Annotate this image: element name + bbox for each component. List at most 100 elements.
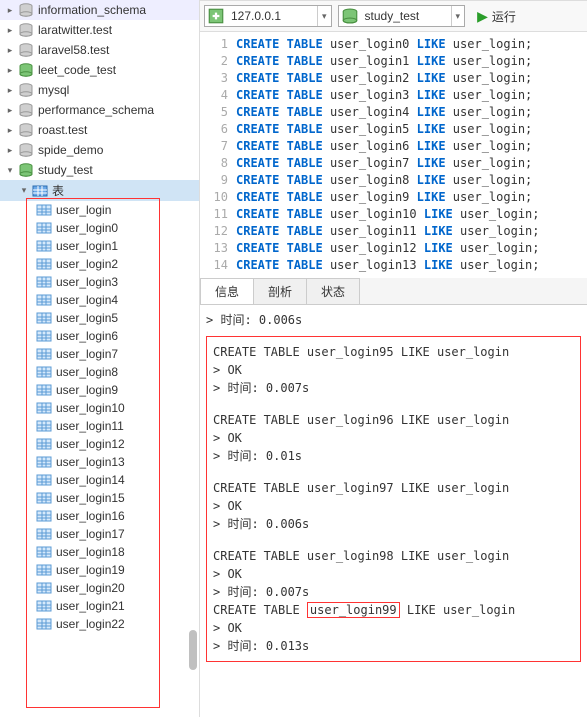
table-icon [36, 454, 52, 470]
table-item[interactable]: user_login10 [0, 399, 199, 417]
table-item[interactable]: user_login5 [0, 309, 199, 327]
database-icon [18, 142, 34, 158]
table-item[interactable]: user_login7 [0, 345, 199, 363]
database-name: performance_schema [38, 103, 154, 117]
database-item[interactable]: ▸performance_schema [0, 100, 199, 120]
code-line: CREATE TABLE user_login9 LIKE user_login… [236, 189, 587, 206]
chevron-down-icon: ▾ [18, 185, 30, 197]
sql-text: CREATE TABLE user_login97 LIKE user_logi… [213, 481, 509, 495]
database-selector[interactable]: study_test ▾ [338, 5, 466, 27]
database-sidebar[interactable]: ▸information_schema▸laratwitter.test▸lar… [0, 0, 200, 717]
code-line: CREATE TABLE user_login11 LIKE user_logi… [236, 223, 587, 240]
table-item[interactable]: user_login12 [0, 435, 199, 453]
host-selector[interactable]: 127.0.0.1 ▾ [204, 5, 332, 27]
table-icon [36, 400, 52, 416]
database-item[interactable]: ▸information_schema [0, 0, 199, 20]
table-item[interactable]: user_login3 [0, 273, 199, 291]
database-name: study_test [38, 163, 93, 177]
table-name: user_login0 [56, 221, 118, 235]
table-icon [36, 328, 52, 344]
database-item[interactable]: ▸spide_demo [0, 140, 199, 160]
database-item[interactable]: ▾study_test [0, 160, 199, 180]
table-item[interactable]: user_login13 [0, 453, 199, 471]
table-name: user_login21 [56, 599, 125, 613]
database-icon [18, 62, 34, 78]
time-label: > 时间: [206, 313, 259, 327]
table-name: user_login16 [56, 509, 125, 523]
table-icon [36, 616, 52, 632]
table-item[interactable]: user_login4 [0, 291, 199, 309]
table-item[interactable]: user_login18 [0, 543, 199, 561]
table-icon [36, 382, 52, 398]
table-item[interactable]: user_login11 [0, 417, 199, 435]
tab-profile[interactable]: 剖析 [253, 278, 307, 304]
table-item[interactable]: user_login20 [0, 579, 199, 597]
table-item[interactable]: user_login19 [0, 561, 199, 579]
code-area[interactable]: CREATE TABLE user_login0 LIKE user_login… [236, 36, 587, 274]
result-block: CREATE TABLE user_login95 LIKE user_logi… [213, 343, 574, 397]
database-name: mysql [38, 83, 69, 97]
table-icon [36, 436, 52, 452]
time-value: 0.007s [266, 381, 309, 395]
table-name: user_login7 [56, 347, 118, 361]
time-label: > 时间: [213, 381, 266, 395]
table-item[interactable]: user_login16 [0, 507, 199, 525]
sql-text-post: LIKE user_login [400, 603, 516, 617]
sql-editor[interactable]: 1234567891011121314 CREATE TABLE user_lo… [200, 32, 587, 274]
table-item[interactable]: user_login2 [0, 255, 199, 273]
table-item[interactable]: user_login1 [0, 237, 199, 255]
table-item[interactable]: user_login14 [0, 471, 199, 489]
table-name: user_login20 [56, 581, 125, 595]
table-item[interactable]: user_login [0, 201, 199, 219]
table-name: user_login4 [56, 293, 118, 307]
chevron-down-icon: ▾ [317, 6, 331, 26]
sidebar-scroll-thumb[interactable] [189, 630, 197, 670]
database-item[interactable]: ▸leet_code_test [0, 60, 199, 80]
database-item[interactable]: ▸roast.test [0, 120, 199, 140]
output-panel: > 时间: 0.006s CREATE TABLE user_login95 L… [200, 305, 587, 668]
result-box: CREATE TABLE user_login95 LIKE user_logi… [206, 336, 581, 662]
table-item[interactable]: user_login21 [0, 597, 199, 615]
table-name: user_login22 [56, 617, 125, 631]
table-item[interactable]: user_login17 [0, 525, 199, 543]
database-icon [18, 2, 34, 18]
table-icon [36, 310, 52, 326]
table-item[interactable]: user_login22 [0, 615, 199, 633]
table-name: user_login19 [56, 563, 125, 577]
table-item[interactable]: user_login15 [0, 489, 199, 507]
tables-folder-label: 表 [52, 182, 64, 199]
main-panel: 127.0.0.1 ▾ study_test ▾ ▶ 运行 1234567891… [200, 0, 587, 717]
time-label: > 时间: [213, 517, 266, 531]
table-name: user_login9 [56, 383, 118, 397]
table-name: user_login5 [56, 311, 118, 325]
table-name: user_login6 [56, 329, 118, 343]
run-label: 运行 [492, 8, 516, 25]
tab-info[interactable]: 信息 [200, 278, 254, 304]
table-item[interactable]: user_login6 [0, 327, 199, 345]
table-icon [36, 418, 52, 434]
database-icon [18, 22, 34, 38]
code-line: CREATE TABLE user_login7 LIKE user_login… [236, 155, 587, 172]
output-summary: > 时间: 0.006s [206, 311, 581, 328]
highlighted-token: user_login99 [307, 602, 400, 618]
chevron-down-icon: ▾ [451, 6, 465, 26]
table-item[interactable]: user_login0 [0, 219, 199, 237]
database-item[interactable]: ▸laratwitter.test [0, 20, 199, 40]
time-label: > 时间: [213, 585, 266, 599]
database-item[interactable]: ▸mysql [0, 80, 199, 100]
tables-folder[interactable]: ▾ 表 [0, 180, 199, 201]
database-name: leet_code_test [38, 63, 116, 77]
time-label: > 时间: [213, 449, 266, 463]
result-block: CREATE TABLE user_login96 LIKE user_logi… [213, 411, 574, 465]
chevron-icon: ▸ [4, 124, 16, 136]
table-item[interactable]: user_login8 [0, 363, 199, 381]
ok-text: > OK [213, 567, 242, 581]
tab-status[interactable]: 状态 [306, 278, 360, 304]
table-item[interactable]: user_login9 [0, 381, 199, 399]
table-name: user_login15 [56, 491, 125, 505]
database-icon [18, 42, 34, 58]
host-text: 127.0.0.1 [227, 9, 317, 23]
table-name: user_login18 [56, 545, 125, 559]
run-button[interactable]: ▶ 运行 [471, 6, 522, 27]
database-item[interactable]: ▸laravel58.test [0, 40, 199, 60]
